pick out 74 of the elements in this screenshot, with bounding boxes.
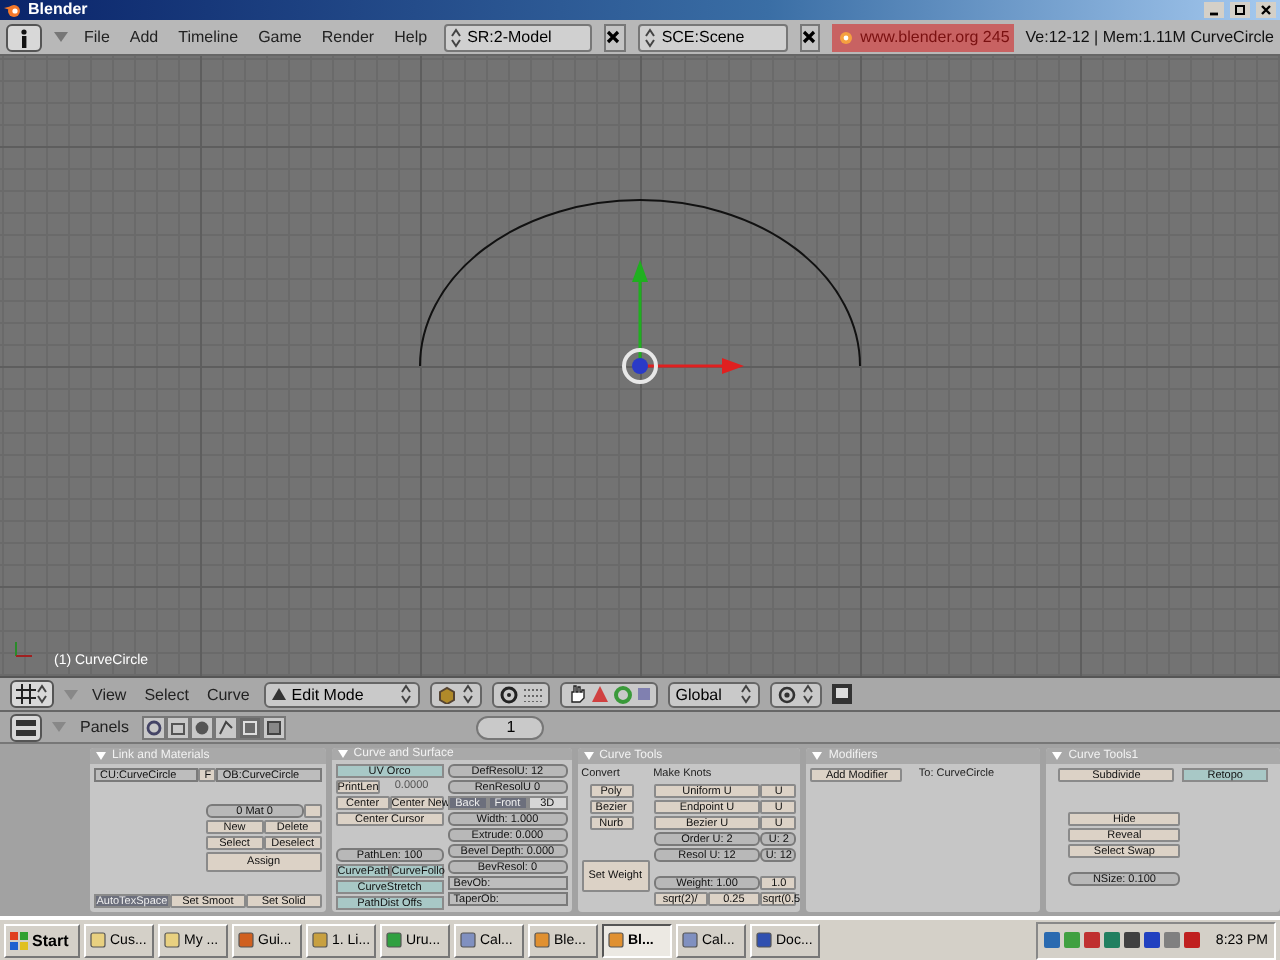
menu-item[interactable]: Timeline <box>174 28 243 46</box>
app-icon <box>460 932 476 948</box>
screen-dropdown[interactable]: SR:2-Model <box>443 23 593 51</box>
app-icon <box>238 932 254 948</box>
panel-tab[interactable] <box>166 715 191 739</box>
maximize-button[interactable] <box>1230 2 1250 18</box>
transform-widget-drawing[interactable] <box>622 260 744 384</box>
arrows-icon <box>399 684 412 704</box>
panel-tab[interactable] <box>262 715 287 739</box>
square-icon <box>637 688 650 700</box>
arrows-icon <box>36 684 48 704</box>
menu-item[interactable]: View <box>88 685 131 703</box>
menu-item[interactable]: File <box>80 28 114 46</box>
menu-item[interactable]: Render <box>317 28 379 46</box>
hand-icon <box>567 684 586 704</box>
panel-tab[interactable] <box>214 715 239 739</box>
arrows-icon <box>801 684 814 704</box>
triangle-icon <box>271 688 286 700</box>
pivot-icon <box>499 685 518 703</box>
pivot-dropdown[interactable] <box>491 681 550 707</box>
scene-dropdown[interactable]: SCE:Scene <box>637 23 788 51</box>
menu-item[interactable]: Game <box>254 28 306 46</box>
panel-tab[interactable] <box>190 715 215 739</box>
panels-label: Panels <box>78 718 131 736</box>
orientation-dropdown[interactable]: Global <box>667 681 760 707</box>
circle-icon <box>613 685 632 703</box>
delete-button[interactable] <box>799 23 821 51</box>
window-type-button[interactable] <box>6 23 42 51</box>
frame-field[interactable]: 1 <box>476 715 545 739</box>
start-button[interactable]: Start <box>4 923 80 957</box>
axis-icon <box>15 641 33 657</box>
grid-icon <box>16 684 36 704</box>
app-icon <box>534 932 550 948</box>
app-icon <box>164 932 180 948</box>
panel-tab[interactable] <box>142 715 167 739</box>
close-icon <box>801 30 816 44</box>
cube-icon <box>437 685 456 703</box>
render-icon[interactable] <box>831 684 852 704</box>
menu-item[interactable]: Add <box>125 28 163 46</box>
window-type-button[interactable] <box>10 680 54 708</box>
mode-dropdown[interactable]: Edit Mode <box>263 681 420 707</box>
panel-tab[interactable] <box>238 715 263 739</box>
menu-item[interactable]: Curve <box>202 685 254 703</box>
app-icon <box>682 932 698 948</box>
shading-dropdown[interactable] <box>429 681 482 707</box>
app-icon <box>608 932 624 948</box>
panels-icon <box>16 717 36 737</box>
arrows-icon <box>739 684 752 704</box>
app-icon <box>90 932 106 948</box>
app-icon <box>312 932 328 948</box>
menu-item[interactable]: Select <box>140 685 193 703</box>
ring-icon <box>777 685 796 703</box>
proportional-dropdown[interactable] <box>769 681 822 707</box>
window-type-button[interactable] <box>10 713 42 741</box>
window-title: Blender <box>28 0 90 20</box>
blender-logo-icon <box>4 2 22 18</box>
blender-logo-icon <box>838 29 855 45</box>
app-icon <box>756 932 772 948</box>
scene-stats: Ve:12-12 | Mem:1.11M CurveCircle <box>1025 28 1274 46</box>
arrows-icon <box>643 27 656 47</box>
manipulator-buttons[interactable] <box>559 681 658 707</box>
arrows-icon <box>449 27 462 47</box>
maximize-icon <box>1234 4 1246 16</box>
close-icon <box>606 30 621 44</box>
close-button[interactable] <box>1256 2 1276 18</box>
triangle-icon <box>591 686 608 702</box>
close-icon <box>1260 4 1272 16</box>
minimize-button[interactable] <box>1204 2 1224 18</box>
windows-logo-icon <box>10 931 28 949</box>
dotted-grid-icon <box>523 687 542 701</box>
arrows-icon <box>461 684 474 704</box>
menu-item[interactable]: Help <box>390 28 432 46</box>
app-icon <box>386 932 402 948</box>
delete-button[interactable] <box>604 23 626 51</box>
